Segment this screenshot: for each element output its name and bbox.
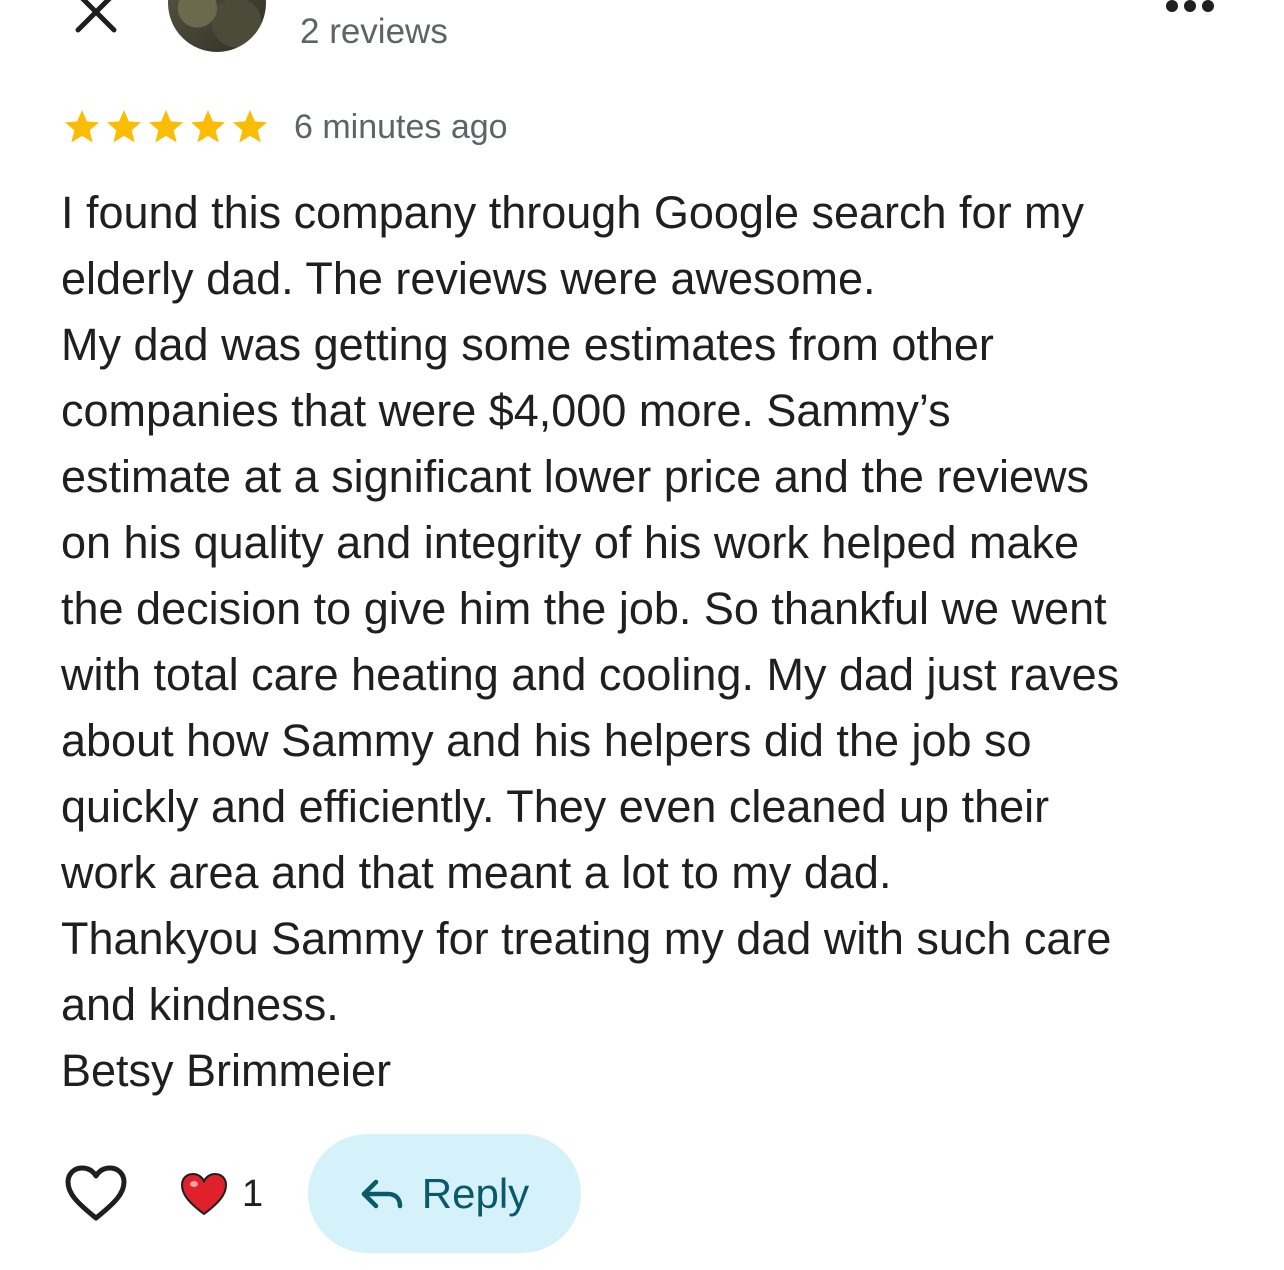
- reply-arrow-icon: [361, 1179, 403, 1208]
- review-line: My dad was getting some estimates from o…: [61, 319, 994, 370]
- more-options-icon: [1166, 0, 1214, 12]
- review-line: about how Sammy and his helpers did the …: [61, 715, 1032, 766]
- close-icon: [75, 0, 117, 33]
- reviews-count[interactable]: 2 reviews: [300, 12, 448, 52]
- review-time: 6 minutes ago: [294, 108, 508, 146]
- heart-outline-icon: [65, 1165, 127, 1221]
- review-line: Betsy Brimmeier: [61, 1045, 392, 1096]
- star-icon: [107, 110, 141, 143]
- star-icon: [233, 110, 267, 143]
- review-line: work area and that meant a lot to my dad…: [61, 847, 892, 898]
- reply-button[interactable]: Reply: [308, 1134, 581, 1253]
- reaction-count: 1: [242, 1172, 264, 1215]
- review-line: quickly and efficiently. They even clean…: [61, 781, 1050, 832]
- like-button[interactable]: [64, 1164, 128, 1224]
- review-line: with total care heating and cooling. My …: [61, 649, 1120, 700]
- reviewer-avatar[interactable]: [168, 0, 266, 52]
- star-icon: [65, 110, 99, 143]
- close-button[interactable]: [72, 0, 120, 36]
- review-text: I found this company through Google sear…: [61, 180, 1241, 1104]
- review-line: on his quality and integrity of his work…: [61, 517, 1080, 568]
- review-line: the decision to give him the job. So tha…: [61, 583, 1107, 634]
- review-line: and kindness.: [61, 979, 339, 1030]
- review-line: Thankyou Sammy for treating my dad with …: [61, 913, 1112, 964]
- reply-label: Reply: [421, 1169, 530, 1217]
- star-icon: [149, 110, 183, 143]
- star-rating: [62, 107, 270, 151]
- review-line: companies that were $4,000 more. Sammy’s: [61, 385, 951, 436]
- review-line: I found this company through Google sear…: [61, 187, 1085, 238]
- more-options-button[interactable]: [1160, 0, 1220, 26]
- review-line: estimate at a significant lower price an…: [61, 451, 1089, 502]
- star-icon: [191, 110, 225, 143]
- review-line: elderly dad. The reviews were awesome.: [61, 253, 876, 304]
- reaction-summary[interactable]: 1: [180, 1172, 263, 1216]
- red-heart-icon: [180, 1172, 228, 1216]
